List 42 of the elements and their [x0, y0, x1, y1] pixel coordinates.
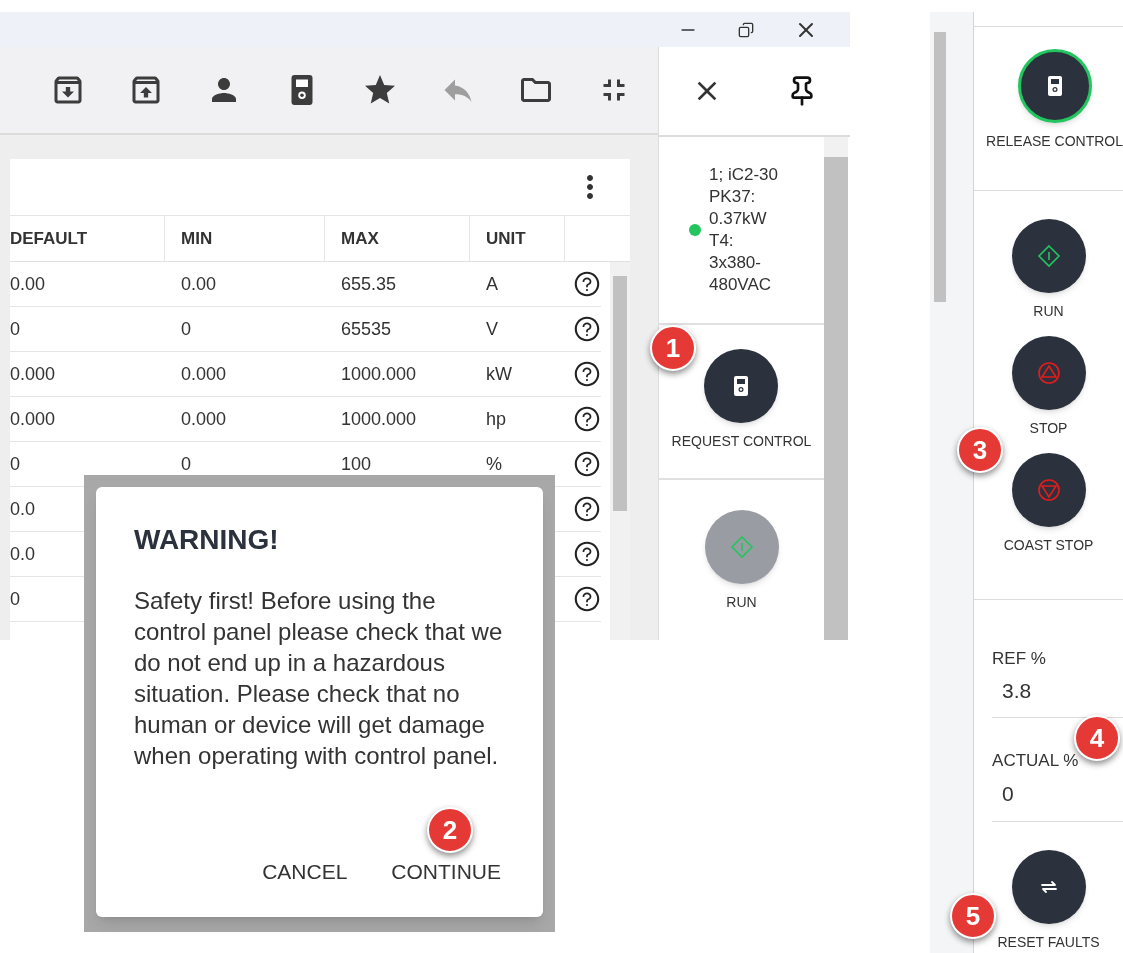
column-header: MAX	[325, 216, 470, 261]
action-label: RELEASE CONTROL	[986, 132, 1123, 151]
dialog-button[interactable]: CANCEL	[262, 855, 348, 887]
table-cell: 0	[10, 453, 20, 474]
action-label: RUN	[726, 593, 757, 612]
action-label: RESET FAULTS	[997, 933, 1100, 952]
column-header: DEFAULT	[10, 216, 165, 261]
table-cell: 1000.000	[341, 408, 417, 429]
table-cell: 0.00	[181, 273, 217, 294]
dialog-title: WARNING!	[134, 523, 280, 557]
column-header: UNIT	[470, 216, 565, 261]
table-cell: 1000.000	[341, 363, 417, 384]
table-cell: 0	[10, 588, 20, 609]
table-cell: %	[486, 453, 502, 474]
dialog-button[interactable]: CONTINUE	[391, 855, 501, 887]
table-cell: 0.000	[181, 408, 227, 429]
table-cell: 0.0	[10, 498, 36, 519]
table-cell: 0.000	[10, 363, 56, 384]
action-label: COAST STOP	[1003, 536, 1094, 556]
table-cell: 0.000	[181, 363, 227, 384]
table-cell: 65535	[341, 318, 392, 339]
action-label: RUN	[1033, 302, 1064, 322]
table-cell: V	[486, 318, 498, 339]
action-label: REQUEST CONTROL	[671, 432, 812, 451]
table-cell: 0	[10, 318, 20, 339]
dialog-message: Safety first! Before using the control panel please check that we do not end up in a hazardous situation. Please check that no human or device will get damage when operating with control panel.	[134, 586, 504, 771]
table-cell: 0.0	[10, 543, 36, 564]
readout-label: REF %	[992, 647, 1047, 670]
table-cell: A	[486, 273, 498, 294]
table-cell: kW	[486, 363, 512, 384]
action-label: STOP	[1029, 419, 1068, 439]
table-cell: 655.35	[341, 273, 397, 294]
table-cell: 0	[181, 318, 191, 339]
device-info: 1; iC2-30 PK37: 0.37kW T4: 3x380-480VAC	[709, 164, 779, 296]
readout-value: 3.8	[1001, 678, 1033, 705]
table-cell: 0.000	[10, 408, 56, 429]
table-cell: 0	[181, 453, 191, 474]
table-cell: hp	[486, 408, 507, 429]
column-header: MIN	[165, 216, 325, 261]
readout-value: 0	[1001, 780, 1015, 807]
table-cell: 0.00	[10, 273, 46, 294]
table-cell: 100	[341, 453, 372, 474]
